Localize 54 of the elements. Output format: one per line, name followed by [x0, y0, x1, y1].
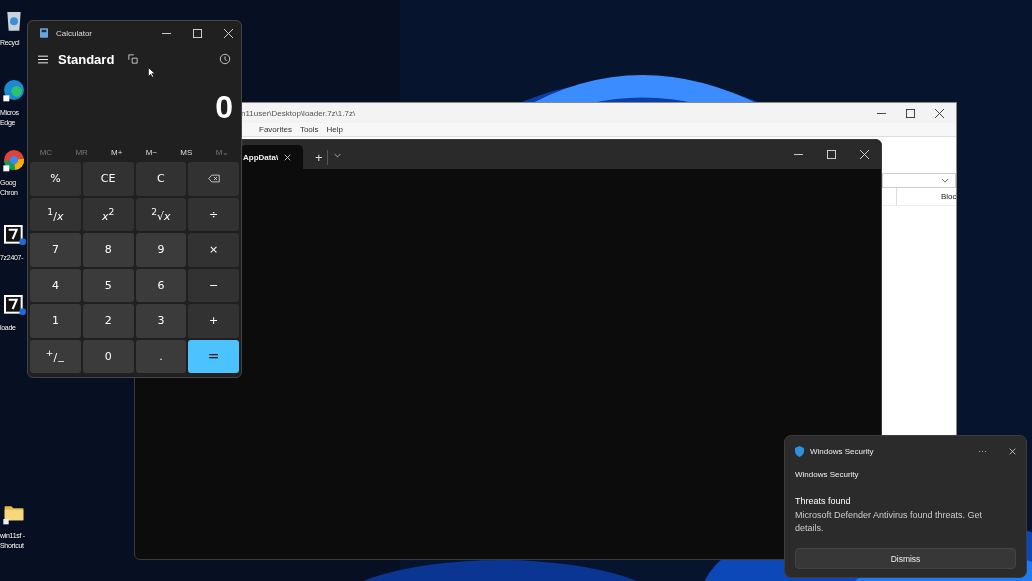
calculator-key[interactable]: 3: [135, 304, 187, 338]
calculator-key[interactable]: ×: [188, 233, 239, 267]
memory-button[interactable]: MS: [176, 144, 197, 160]
calculator-icon: [40, 28, 48, 38]
calculator-key[interactable]: 4: [30, 268, 81, 302]
memory-button[interactable]: M−: [141, 144, 162, 160]
calculator-key[interactable]: ÷: [188, 197, 239, 231]
calculator-key[interactable]: x$^{2}$: [82, 197, 134, 231]
calculator-key[interactable]: 2: [82, 304, 134, 338]
calculator-key[interactable]: 5: [82, 268, 134, 302]
terminal-tab[interactable]: AppData\: [241, 145, 303, 169]
memory-button[interactable]: M+: [107, 144, 127, 160]
menu-icon[interactable]: [38, 54, 48, 64]
menu-item[interactable]: Tools: [299, 125, 319, 134]
close-icon[interactable]: [935, 108, 944, 118]
dismiss-button[interactable]: Dismiss: [795, 548, 1016, 569]
calculator-key[interactable]: 8: [82, 233, 134, 267]
shield-icon: [795, 445, 804, 457]
new-tab-button[interactable]: +: [311, 150, 328, 165]
column-header[interactable]: Bloc: [896, 188, 956, 205]
caret-icon: [941, 178, 949, 183]
backspace-icon: [207, 174, 220, 184]
caret-icon[interactable]: [333, 153, 341, 158]
calculator-key[interactable]: $^{+}$/$_{−}$: [30, 339, 81, 373]
calculator-key[interactable]: 9: [135, 233, 187, 267]
calculator-key[interactable]: %: [30, 162, 81, 196]
mode-title: Standard: [58, 51, 115, 67]
calculator-key[interactable]: 7: [30, 233, 81, 267]
menu-item[interactable]: Help: [326, 125, 344, 134]
mouse-pointer-icon: [148, 67, 155, 78]
notification-body: Microsoft Defender Antivirus found threats. Get details.: [795, 509, 984, 535]
window-title: Calculator: [56, 28, 93, 38]
calculator-display: 0: [214, 88, 234, 127]
calculator-key[interactable]: C: [135, 162, 187, 196]
calculator-key[interactable]: +: [188, 304, 239, 338]
keep-on-top-icon[interactable]: [128, 54, 139, 64]
notification-header: Windows Security: [795, 470, 860, 479]
calculator-key[interactable]: $^{1}$/x: [30, 197, 81, 231]
calculator-key[interactable]: $^{2}$√x: [135, 197, 187, 231]
history-icon[interactable]: [219, 53, 231, 65]
app-name: Windows Security: [810, 446, 875, 456]
more-button[interactable]: ···: [972, 446, 993, 456]
calculator-key[interactable]: 0: [82, 339, 134, 373]
notification-title: Threats found: [795, 496, 852, 506]
window-title: n11user\Desktop\loader.7z\1.7z\: [241, 108, 357, 118]
calculator-key[interactable]: CE: [82, 162, 134, 196]
calculator-key[interactable]: 1: [30, 304, 81, 338]
equals-button[interactable]: =: [188, 339, 239, 373]
path-field[interactable]: [882, 173, 956, 188]
menu-item[interactable]: Favorites: [259, 125, 292, 134]
calculator-key[interactable]: .: [135, 339, 187, 373]
calculator-key[interactable]: 6: [135, 268, 187, 302]
maximize-icon[interactable]: [906, 108, 915, 118]
calculator-key[interactable]: −: [188, 268, 239, 302]
